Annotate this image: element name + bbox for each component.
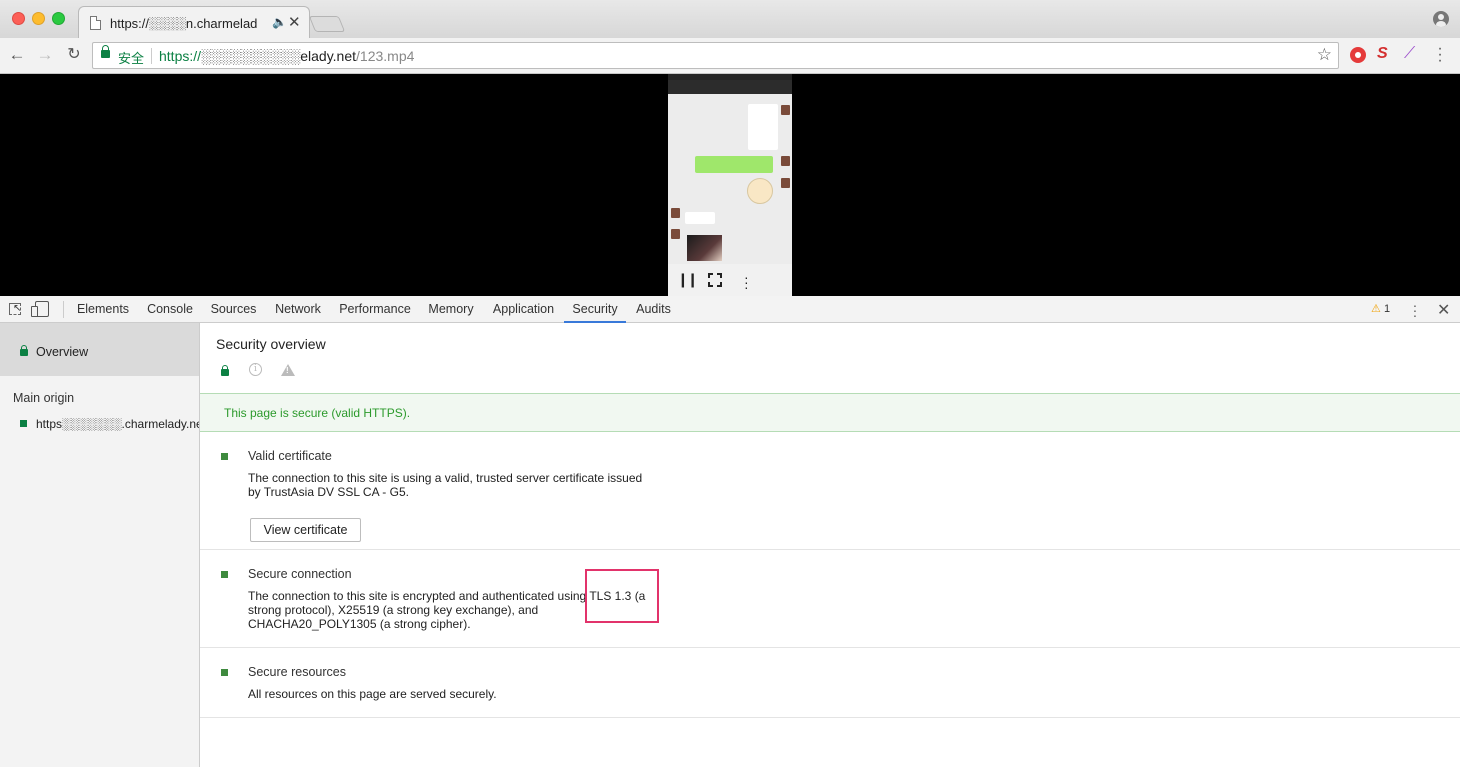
- info-icon: i: [249, 363, 262, 376]
- fullscreen-icon[interactable]: [707, 272, 723, 288]
- page-icon: [90, 16, 101, 30]
- view-certificate-button[interactable]: View certificate: [250, 518, 361, 542]
- more-icon[interactable]: · · ·: [744, 270, 749, 294]
- lock-icon: [20, 345, 28, 356]
- s-extension-icon[interactable]: S: [1377, 46, 1393, 62]
- video-frame-avatar: [671, 229, 680, 239]
- video-frame-avatar: [781, 156, 790, 166]
- video-frame-header: [668, 80, 792, 94]
- url-host: ░░░░░░░░░░elady.net: [201, 48, 357, 64]
- tab-sources[interactable]: Sources: [205, 296, 262, 323]
- warning-triangle-icon: [281, 364, 295, 376]
- browser-titlebar: https://░░░░n.charmelad 🔈 ✕: [0, 0, 1460, 39]
- browser-tab[interactable]: https://░░░░n.charmelad 🔈 ✕: [78, 6, 310, 39]
- tab-memory[interactable]: Memory: [422, 296, 480, 323]
- section-description: All resources on this page are served se…: [248, 687, 497, 701]
- security-overview-panel: Security overview i This page is secure …: [200, 323, 1460, 767]
- video-frame-avatar: [671, 208, 680, 218]
- address-bar[interactable]: 安全 https://░░░░░░░░░░elady.net/123.mp4 ☆: [92, 42, 1339, 69]
- section-secure-connection: Secure connection The connection to this…: [200, 550, 1460, 648]
- pause-icon[interactable]: ❙❙: [677, 271, 699, 287]
- tab-console[interactable]: Console: [141, 296, 199, 323]
- feather-icon[interactable]: ⟋: [1404, 45, 1420, 62]
- tab-network[interactable]: Network: [268, 296, 328, 323]
- secure-origin-icon: [20, 420, 27, 427]
- secure-status-icon: [221, 453, 228, 460]
- devtools-panel: Elements Console Sources Network Perform…: [0, 296, 1460, 767]
- video-frame-avatar: [781, 178, 790, 188]
- section-title: Secure resources: [248, 665, 346, 679]
- tab-audits[interactable]: Audits: [631, 296, 676, 323]
- close-tab-button[interactable]: ✕: [288, 13, 301, 31]
- video-viewport: ❙❙ · · ·: [0, 74, 1460, 296]
- tab-application[interactable]: Application: [486, 296, 561, 323]
- warning-counter[interactable]: ⚠ 1: [1371, 302, 1390, 315]
- section-title: Secure connection: [248, 567, 352, 581]
- close-window-button[interactable]: [12, 12, 25, 25]
- secure-label[interactable]: 安全: [118, 48, 144, 67]
- devtools-toolbar: Elements Console Sources Network Perform…: [0, 296, 1460, 323]
- secure-lock-icon: [221, 365, 229, 376]
- security-summary-text: This page is secure (valid HTTPS).: [224, 406, 411, 420]
- section-title: Valid certificate: [248, 449, 332, 463]
- video-frame-photo: [687, 235, 722, 261]
- secure-status-icon: [221, 669, 228, 676]
- tab-security[interactable]: Security: [564, 296, 626, 323]
- reload-icon[interactable]: ↻: [63, 44, 85, 66]
- section-description: The connection to this site is using a v…: [248, 471, 643, 499]
- minimize-window-button[interactable]: [32, 12, 45, 25]
- url-scheme: https://: [159, 48, 202, 64]
- sidebar-item-origin[interactable]: https░░░░░░░.charmelady.net: [36, 417, 199, 431]
- bookmark-star-icon[interactable]: ☆: [1317, 45, 1332, 65]
- video-player[interactable]: ❙❙ · · ·: [668, 74, 792, 296]
- speaker-icon[interactable]: 🔈: [272, 15, 287, 29]
- secure-status-icon: [221, 571, 228, 578]
- section-secure-resources: Secure resources All resources on this p…: [200, 648, 1460, 718]
- new-tab-button[interactable]: [308, 16, 346, 32]
- device-toolbar-icon[interactable]: [31, 301, 49, 317]
- toolbar-divider: [63, 301, 64, 318]
- browser-toolbar: ← → ↻ 安全 https://░░░░░░░░░░elady.net/123…: [0, 38, 1460, 74]
- page-title: Security overview: [216, 336, 326, 352]
- security-sidebar: Overview Main origin https░░░░░░░.charme…: [0, 323, 200, 767]
- warning-icon: ⚠: [1371, 303, 1381, 315]
- close-devtools-icon[interactable]: ✕: [1437, 300, 1450, 320]
- tab-elements[interactable]: Elements: [71, 296, 135, 323]
- video-frame-bubble: [685, 212, 715, 224]
- inspect-element-icon[interactable]: [9, 303, 21, 315]
- url-text[interactable]: https://░░░░░░░░░░elady.net/123.mp4: [159, 48, 414, 64]
- video-frame-avatar: [781, 105, 790, 115]
- video-controls: ❙❙ · · ·: [668, 264, 792, 296]
- url-path: /123.mp4: [356, 48, 415, 64]
- annotation-highlight-box: [585, 569, 659, 623]
- record-icon[interactable]: [1350, 47, 1366, 63]
- video-frame-green-bubble: [695, 156, 773, 173]
- video-frame-sticker: [747, 178, 773, 204]
- zoom-window-button[interactable]: [52, 12, 65, 25]
- tab-title: https://░░░░n.charmelad: [110, 16, 258, 31]
- warning-count: 1: [1383, 303, 1391, 315]
- tab-performance[interactable]: Performance: [334, 296, 416, 323]
- section-valid-certificate: Valid certificate The connection to this…: [200, 432, 1460, 550]
- devtools-menu-icon[interactable]: · · ·: [1410, 298, 1420, 322]
- video-frame-bubble: [748, 104, 778, 150]
- profile-icon[interactable]: [1433, 11, 1449, 27]
- browser-menu-icon[interactable]: · · ·: [1435, 41, 1445, 69]
- omnibox-divider: [151, 48, 152, 64]
- sidebar-item-label: Overview: [36, 345, 89, 359]
- sidebar-item-overview[interactable]: Overview: [0, 323, 199, 376]
- lock-icon[interactable]: [101, 45, 110, 58]
- main-origin-heading: Main origin: [13, 391, 75, 405]
- forward-arrow-icon[interactable]: →: [34, 44, 56, 66]
- back-arrow-icon[interactable]: ←: [6, 44, 28, 66]
- security-summary-banner: This page is secure (valid HTTPS).: [200, 393, 1460, 432]
